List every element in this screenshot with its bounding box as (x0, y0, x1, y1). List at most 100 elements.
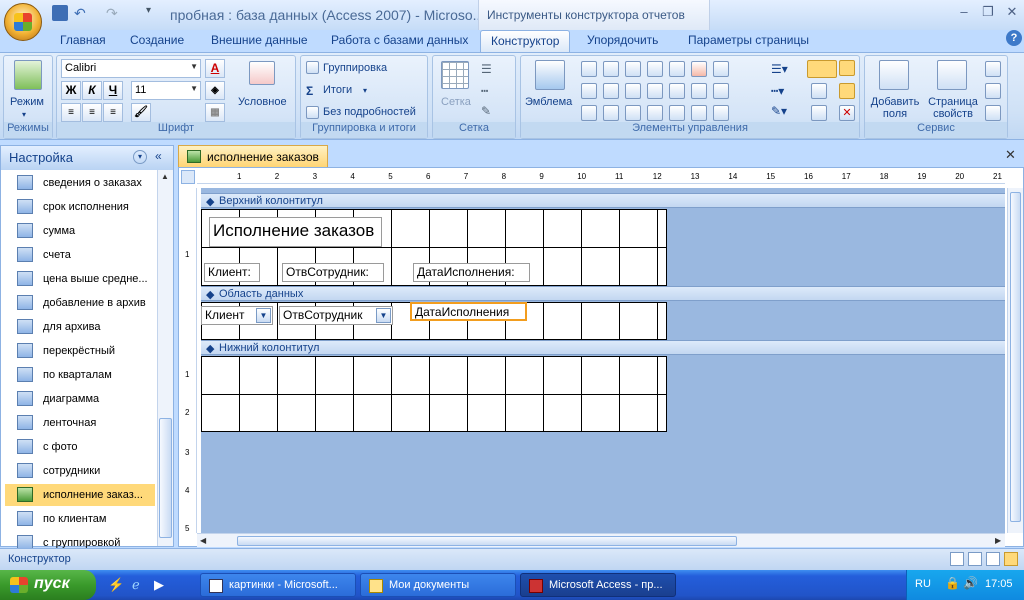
employee-label[interactable]: ОтвСотрудник: (282, 263, 384, 282)
tab-external-data[interactable]: Внешние данные (211, 30, 308, 52)
align-left-button[interactable]: ≡ (61, 103, 81, 122)
chevron-down-icon[interactable]: ▼ (256, 308, 271, 323)
restore-button[interactable]: ❐ (976, 4, 1000, 20)
bold-button[interactable]: Ж (61, 81, 81, 100)
add-fields-button[interactable]: Добавить поля (869, 96, 921, 120)
chevron-down-icon[interactable]: ▼ (376, 308, 391, 323)
document-tab[interactable]: исполнение заказов (178, 145, 328, 167)
nav-item[interactable]: исполнение заказ... (5, 484, 155, 506)
gridlines-icon[interactable]: ▦ (205, 103, 225, 122)
horizontal-scroll-thumb[interactable] (237, 536, 737, 546)
conditional-format-label[interactable]: Условное (238, 96, 287, 108)
section-detail[interactable]: ◆ Область данных (201, 286, 1005, 301)
nav-scroll-thumb[interactable] (159, 418, 172, 538)
logo-button-label[interactable]: Эмблема (525, 96, 572, 108)
language-indicator[interactable]: RU (915, 578, 931, 590)
vertical-ruler[interactable]: 1 1 2 3 4 5 (181, 188, 197, 533)
underline-button[interactable]: Ч (103, 81, 123, 100)
tab-page-setup[interactable]: Параметры страницы (688, 30, 809, 52)
page-footer-grid[interactable] (201, 356, 667, 432)
grid-icon[interactable] (441, 61, 469, 89)
add-fields-icon[interactable] (879, 60, 909, 90)
logo-icon[interactable] (535, 60, 565, 90)
line-type-icon[interactable]: ┅ (481, 84, 488, 98)
report-selector[interactable] (181, 170, 195, 184)
view-button-label[interactable]: Режим (10, 96, 44, 108)
taskbar-button-documents[interactable]: Мои документы (360, 573, 516, 597)
redo-icon[interactable]: ↷ (106, 5, 122, 21)
help-icon[interactable]: ? (1006, 30, 1022, 46)
grid-button-label[interactable]: Сетка (441, 96, 471, 108)
nav-header[interactable]: Настройка ▾ « (1, 146, 173, 170)
employee-combo[interactable]: ОтвСотрудник ▼ (279, 306, 393, 325)
control-frame-icon[interactable] (713, 61, 729, 77)
qat-customize-icon[interactable]: ▾ (146, 5, 162, 21)
network-icon[interactable]: 🔒 (945, 576, 960, 590)
nav-item[interactable]: счета (9, 244, 159, 266)
view-code-icon[interactable] (985, 83, 1001, 99)
control-datetime-icon[interactable] (581, 105, 597, 121)
align-right-button[interactable]: ≡ (103, 103, 123, 122)
nav-item[interactable]: сведения о заказах (9, 172, 159, 194)
tab-design[interactable]: Конструктор (480, 30, 571, 52)
select-pointer-icon[interactable] (839, 60, 855, 76)
chevron-down-icon[interactable]: ▾ (22, 110, 26, 119)
control-textbox-icon[interactable] (581, 61, 597, 77)
convert-macros-icon[interactable] (985, 105, 1001, 121)
ie-icon[interactable]: ℯ (132, 577, 140, 593)
report-title-label[interactable]: Исполнение заказов (209, 217, 382, 247)
chevron-down-icon[interactable]: ▾ (133, 150, 147, 164)
font-name-combo[interactable]: Calibri ▼ (61, 59, 201, 78)
nav-item[interactable]: по клиентам (9, 508, 159, 530)
control-list-icon[interactable] (669, 83, 685, 99)
control-option-icon[interactable] (647, 105, 663, 121)
control-combo-icon[interactable] (691, 83, 707, 99)
property-sheet-button[interactable]: Страница свойств (925, 96, 981, 120)
insert-control-icon[interactable] (811, 83, 827, 99)
quick-launch-icon[interactable]: ⚡ (108, 577, 124, 593)
line-color-icon[interactable]: ✎ (481, 104, 491, 118)
minimize-button[interactable]: – (952, 4, 976, 20)
control-subform-icon[interactable] (713, 83, 729, 99)
clock[interactable]: 17:05 (985, 578, 1013, 590)
save-icon[interactable] (52, 5, 68, 21)
tab-create[interactable]: Создание (130, 30, 184, 52)
scroll-up-icon[interactable]: ▲ (161, 172, 169, 181)
nav-item[interactable]: срок исполнения (9, 196, 159, 218)
collapse-pane-icon[interactable]: « (155, 149, 162, 163)
nav-item[interactable]: ленточная (9, 412, 159, 434)
nav-item[interactable]: диаграмма (9, 388, 159, 410)
horizontal-ruler[interactable]: 1 2 3 4 5 6 7 8 9 10 11 12 13 14 15 16 17 18 19 20 21 (197, 170, 1005, 184)
italic-button[interactable]: К (82, 81, 102, 100)
scroll-right-icon[interactable]: ▶ (995, 536, 1001, 545)
control-attachment-icon[interactable] (713, 105, 729, 121)
tab-database-tools[interactable]: Работа с базами данных (331, 30, 468, 52)
section-page-footer[interactable]: ◆ Нижний колонтитул (201, 340, 1005, 355)
view-icon[interactable] (14, 60, 42, 90)
set-control-defaults-icon[interactable] (811, 105, 827, 121)
font-color-button[interactable]: A (205, 59, 225, 78)
hide-details-button[interactable]: Без подробностей (323, 106, 416, 118)
format-painter-icon[interactable]: 🖌 (131, 103, 151, 122)
view-design-icon[interactable] (1004, 552, 1018, 566)
control-unbound-object-icon[interactable] (691, 105, 707, 121)
start-button[interactable]: пуск (0, 570, 96, 600)
view-report-icon[interactable] (950, 552, 964, 566)
line-thickness-icon[interactable]: ☰ (481, 62, 492, 76)
volume-icon[interactable]: 🔊 (963, 576, 978, 590)
tab-order-icon[interactable] (985, 61, 1001, 77)
control-page-number-icon[interactable] (603, 83, 619, 99)
border-color-icon[interactable]: ✎▾ (771, 104, 787, 118)
conditional-format-icon[interactable] (249, 61, 275, 85)
nav-item[interactable]: сотрудники (9, 460, 159, 482)
media-player-icon[interactable]: ▶ (154, 577, 164, 593)
align-center-button[interactable]: ≡ (82, 103, 102, 122)
fill-color-icon[interactable]: ◈ (205, 81, 225, 100)
horizontal-scrollbar[interactable]: ◀ ▶ (197, 533, 1005, 547)
section-page-header[interactable]: ◆ Верхний колонтитул (201, 193, 1005, 208)
control-wizard-icon[interactable] (807, 60, 837, 78)
taskbar-button-access[interactable]: Microsoft Access - пр... (520, 573, 676, 597)
chevron-down-icon[interactable]: ▾ (363, 86, 367, 95)
taskbar-button-word[interactable]: картинки - Microsoft... (200, 573, 356, 597)
control-page-break-icon[interactable] (625, 105, 641, 121)
